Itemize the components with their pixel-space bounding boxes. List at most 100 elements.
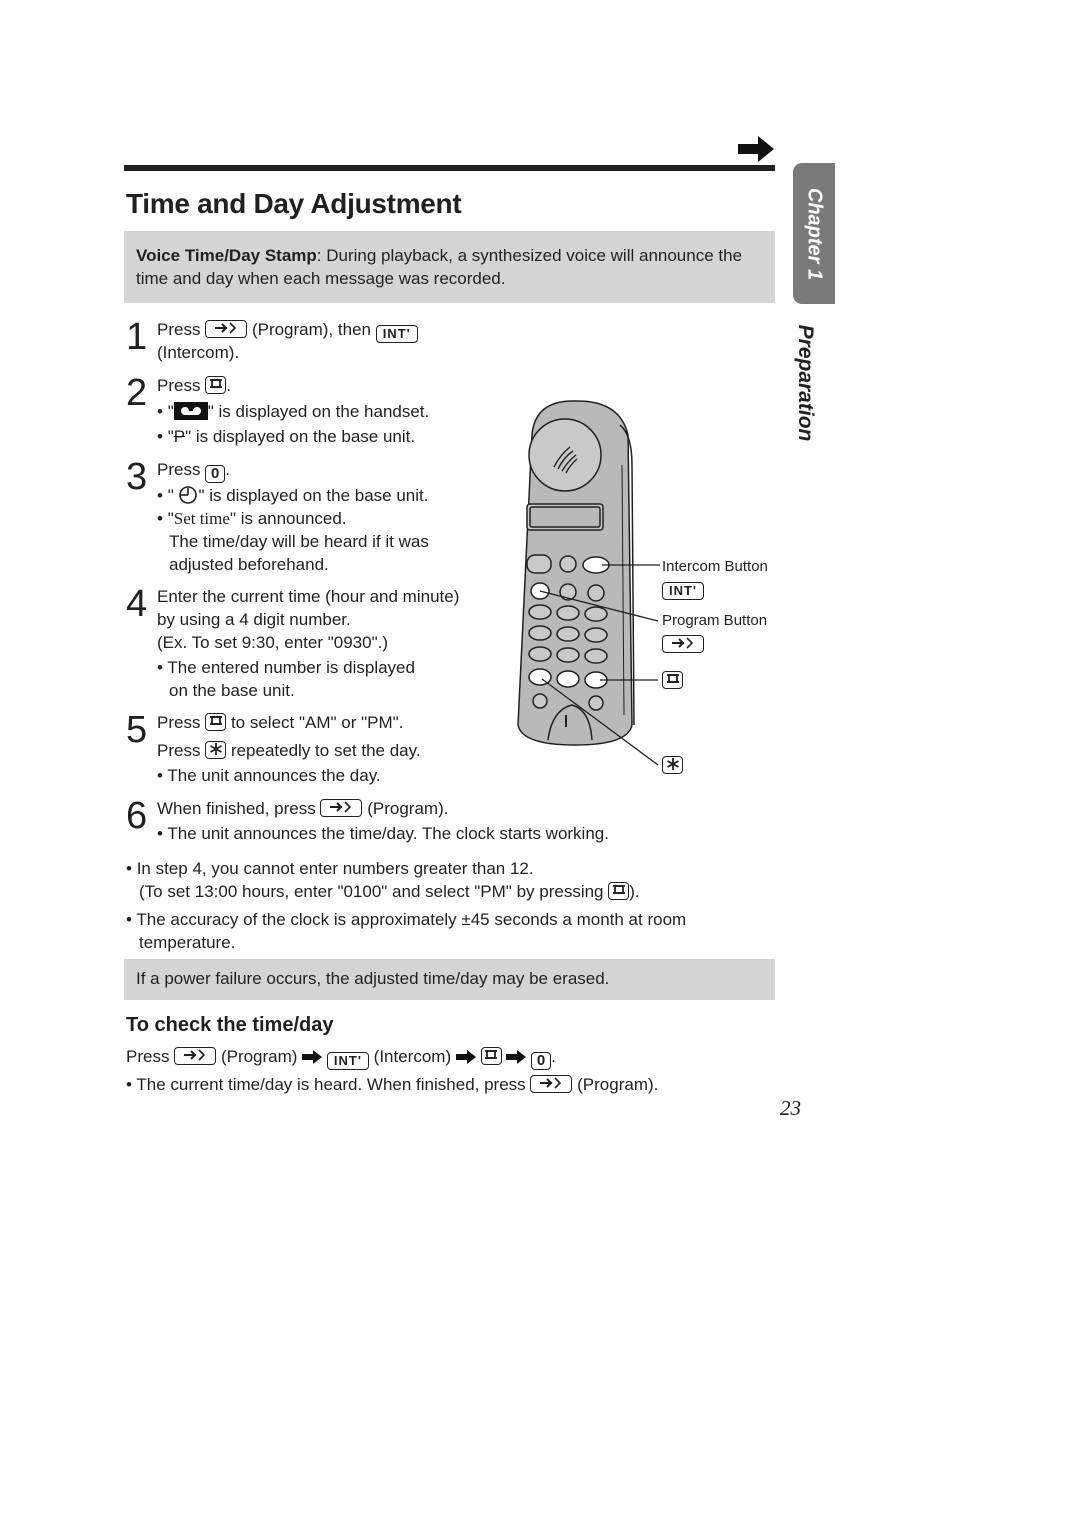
note-2-line-1: • The accuracy of the clock is approxima… — [126, 910, 687, 929]
step-6-bullet: • The unit announces the time/day. The c… — [157, 824, 609, 843]
continue-arrow-icon — [738, 136, 774, 162]
step-number: 4 — [126, 583, 148, 625]
intercom-key: INT' — [375, 325, 418, 343]
step-number: 6 — [126, 795, 148, 837]
check-bullet: • The current time/day is heard. When fi… — [126, 1075, 659, 1094]
step-3-bullet-1: • " " is displayed on the base unit. — [157, 486, 429, 505]
step-5-line-1: Press to select "AM" or "PM". — [157, 711, 403, 734]
power-note-text: If a power failure occurs, the adjusted … — [136, 969, 610, 988]
step-1-line-2: (Intercom). — [157, 343, 240, 362]
star-key-icon — [662, 756, 683, 774]
then-arrow-icon — [302, 1050, 323, 1064]
step-4-line-1: Enter the current time (hour and minute) — [157, 587, 460, 606]
section-text: Preparation — [794, 324, 817, 442]
page-title: Time and Day Adjustment — [126, 188, 462, 219]
bullet-text: The entered number is displayed — [167, 658, 415, 677]
announced-phrase: Set time — [173, 509, 230, 528]
step-3-line-1: Press 0. — [157, 458, 230, 483]
handset-body — [517, 400, 635, 746]
step-number: 5 — [126, 709, 148, 751]
intercom-label: (Intercom) — [373, 1047, 452, 1066]
bullet-text: The unit announces the day. — [167, 766, 381, 785]
press-text: Press — [157, 741, 201, 760]
bullet-text: " is displayed on the handset. — [207, 402, 430, 421]
clock-icon — [179, 486, 198, 504]
program-key-icon — [320, 799, 363, 817]
intercom-key-callout: INT' — [662, 579, 704, 600]
step-5-line-2: Press repeatedly to set the day. — [157, 739, 421, 762]
step-3-extra-2: adjusted beforehand. — [169, 555, 329, 574]
note-2-line-2: temperature. — [139, 933, 236, 952]
note-text: ). — [629, 882, 640, 901]
step-4-bullet-1: • The entered number is displayed — [157, 658, 415, 677]
step-number: 1 — [126, 316, 148, 358]
press-text: Press — [157, 713, 201, 732]
step-text: repeatedly to set the day. — [230, 741, 421, 760]
step-4-line-2: by using a 4 digit number. — [157, 610, 351, 629]
pause-key-icon — [662, 671, 683, 689]
note-text: (To set 13:00 hours, enter "0100" and se… — [139, 882, 604, 901]
bullet-text: The current time/day is heard. When fini… — [136, 1075, 526, 1094]
press-text: Press — [126, 1047, 170, 1066]
star-key-callout — [662, 756, 683, 776]
note-text: The accuracy of the clock is approximate… — [136, 910, 687, 929]
chapter-tab[interactable]: Chapter 1 — [793, 163, 835, 304]
step-5-bullet: • The unit announces the day. — [157, 766, 381, 785]
note-1-line-1: • In step 4, you cannot enter numbers gr… — [126, 859, 534, 878]
header-rule — [124, 165, 775, 171]
program-key-icon — [662, 635, 704, 653]
press-text: Press — [157, 320, 201, 339]
bullet-text: " is displayed on the base unit. — [198, 486, 429, 505]
bullet-text: " is announced. — [229, 509, 347, 528]
program-label: (Program), then — [251, 320, 371, 339]
press-text: Press — [157, 460, 201, 479]
step-text: to select "AM" or "PM". — [230, 713, 404, 732]
section-label: Preparation — [775, 318, 835, 448]
program-key-icon — [530, 1075, 573, 1093]
note-1-line-2: (To set 13:00 hours, enter "0100" and se… — [139, 880, 640, 903]
pause-key-icon — [205, 713, 227, 731]
check-press-line: Press (Program) INT' (Intercom) 0. — [126, 1045, 556, 1070]
intercom-key: INT' — [662, 582, 704, 600]
page-number: 23 — [780, 1096, 801, 1120]
step-1-line-1: Press (Program), then INT' — [157, 318, 418, 343]
pause-key-icon — [608, 882, 630, 900]
bullet-text: The unit announces the time/day. The clo… — [167, 824, 609, 843]
note-bold-label: Voice Time/Day Stamp — [136, 246, 317, 265]
period: . — [551, 1047, 556, 1066]
step-text: When finished, press — [157, 799, 316, 818]
intercom-key: INT' — [326, 1052, 369, 1070]
note-text: In step 4, you cannot enter numbers grea… — [136, 859, 534, 878]
p-segment-glyph: P — [173, 427, 186, 446]
step-2-bullet-2: • "P" is displayed on the base unit. — [157, 427, 416, 446]
step-number: 3 — [126, 456, 148, 498]
program-label: (Program) — [220, 1047, 298, 1066]
step-number: 2 — [126, 372, 148, 414]
step-2-line-1: Press . — [157, 374, 231, 397]
period: . — [225, 460, 230, 479]
chapter-label: Chapter 1 — [803, 187, 826, 280]
check-title: To check the time/day — [126, 1014, 334, 1036]
voice-stamp-note: Voice Time/Day Stamp: During playback, a… — [124, 231, 775, 303]
program-key-icon — [174, 1047, 217, 1065]
then-arrow-icon — [455, 1050, 476, 1064]
star-key-icon — [205, 741, 227, 759]
quote: " — [167, 486, 179, 505]
pause-key-icon — [480, 1047, 502, 1065]
bullet-text: " is displayed on the base unit. — [185, 427, 416, 446]
pause-key-callout — [662, 671, 683, 691]
step-2-bullet-1: • " " is displayed on the handset. — [157, 402, 430, 421]
period: . — [226, 376, 231, 395]
tape-icon — [173, 402, 208, 420]
step-3-extra-1: The time/day will be heard if it was — [169, 532, 429, 551]
program-button-label: Program Button — [662, 612, 768, 629]
zero-key: 0 — [531, 1052, 552, 1070]
pause-key-icon — [205, 376, 227, 394]
bullet-text: (Program). — [577, 1075, 659, 1094]
then-arrow-icon — [506, 1050, 527, 1064]
program-key-icon — [205, 320, 248, 338]
step-6-line-1: When finished, press (Program). — [157, 797, 448, 820]
program-key-callout — [662, 635, 704, 655]
step-3-bullet-2: • "Set time" is announced. — [157, 509, 347, 528]
press-text: Press — [157, 376, 201, 395]
